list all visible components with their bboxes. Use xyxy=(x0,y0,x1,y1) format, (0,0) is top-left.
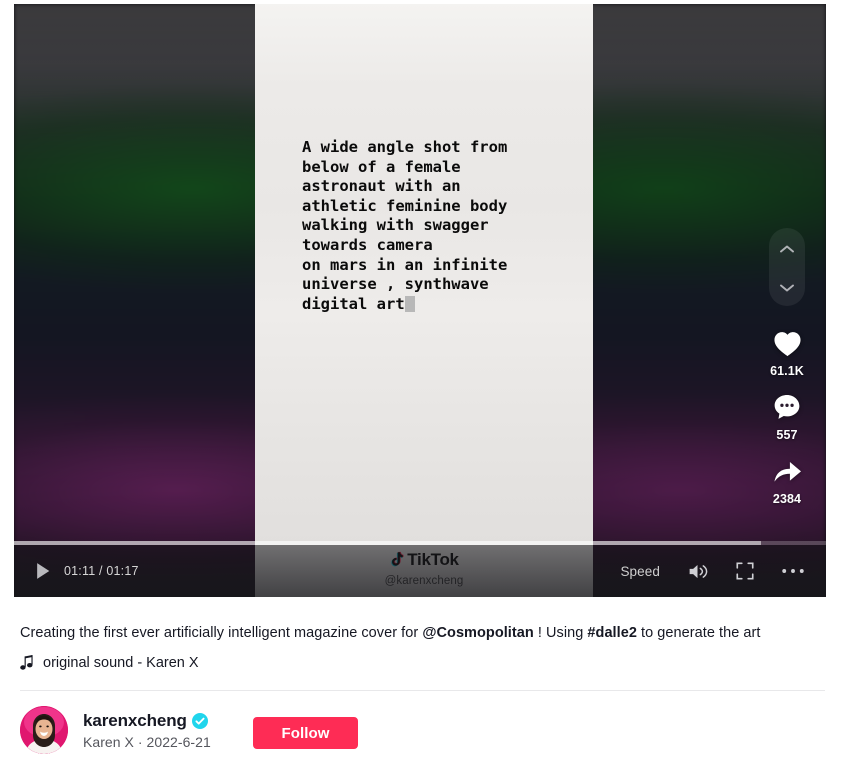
video-caption: Creating the first ever artificially int… xyxy=(20,623,760,643)
author-row: karenxcheng Karen X · 2022-6-21 xyxy=(20,706,211,754)
caption-text-1: Creating the first ever artificially int… xyxy=(20,625,423,641)
chevron-down-icon[interactable] xyxy=(778,281,796,293)
share-action[interactable]: 2384 xyxy=(770,454,804,506)
video-prompt-text: A wide angle shot from below of a female… xyxy=(302,138,572,314)
music-note-icon xyxy=(20,655,34,671)
section-divider xyxy=(20,690,825,691)
author-display-name-date: Karen X · 2022-6-21 xyxy=(83,733,211,750)
like-action[interactable]: 61.1K xyxy=(770,326,804,378)
speed-button[interactable]: Speed xyxy=(620,564,660,579)
like-count: 61.1K xyxy=(770,364,804,378)
time-display: 01:11 / 01:17 xyxy=(64,564,139,578)
follow-button[interactable]: Follow xyxy=(253,717,358,749)
heart-icon[interactable] xyxy=(770,326,804,360)
share-arrow-icon[interactable] xyxy=(770,454,804,488)
progress-bar-fill xyxy=(14,541,762,545)
video-nav-pill[interactable] xyxy=(769,228,805,306)
comment-action[interactable]: 557 xyxy=(770,390,804,442)
volume-on-icon[interactable] xyxy=(684,558,710,584)
progress-bar[interactable] xyxy=(14,541,826,545)
verified-badge-icon xyxy=(191,712,208,729)
text-caret xyxy=(404,295,415,312)
comment-icon[interactable] xyxy=(770,390,804,424)
play-button[interactable] xyxy=(30,558,56,584)
tiktok-video-page: A wide angle shot from below of a female… xyxy=(0,0,841,759)
author-username[interactable]: karenxcheng xyxy=(83,711,187,731)
avatar[interactable] xyxy=(20,706,68,754)
action-rail: 61.1K 557 2384 xyxy=(758,228,816,518)
music-label: original sound - Karen X xyxy=(43,655,199,671)
caption-mention-link[interactable]: @Cosmopolitan xyxy=(422,625,533,641)
caption-hashtag-link[interactable]: #dalle2 xyxy=(587,625,637,641)
music-row[interactable]: original sound - Karen X xyxy=(20,655,199,671)
author-username-row[interactable]: karenxcheng xyxy=(83,711,211,731)
prompt-line-group: A wide angle shot from below of a female… xyxy=(302,138,508,313)
caption-text-3: to generate the art xyxy=(636,625,761,641)
share-count: 2384 xyxy=(772,492,802,506)
author-text: karenxcheng Karen X · 2022-6-21 xyxy=(83,711,211,750)
chevron-up-icon[interactable] xyxy=(778,242,796,254)
comment-count: 557 xyxy=(776,428,798,442)
player-control-bar: 01:11 / 01:17 Speed xyxy=(14,541,826,597)
more-options-icon[interactable] xyxy=(780,558,806,584)
caption-text-2: ! Using xyxy=(533,625,588,641)
fullscreen-icon[interactable] xyxy=(732,558,758,584)
video-surface[interactable]: A wide angle shot from below of a female… xyxy=(255,4,593,597)
video-player[interactable]: A wide angle shot from below of a female… xyxy=(14,4,826,597)
